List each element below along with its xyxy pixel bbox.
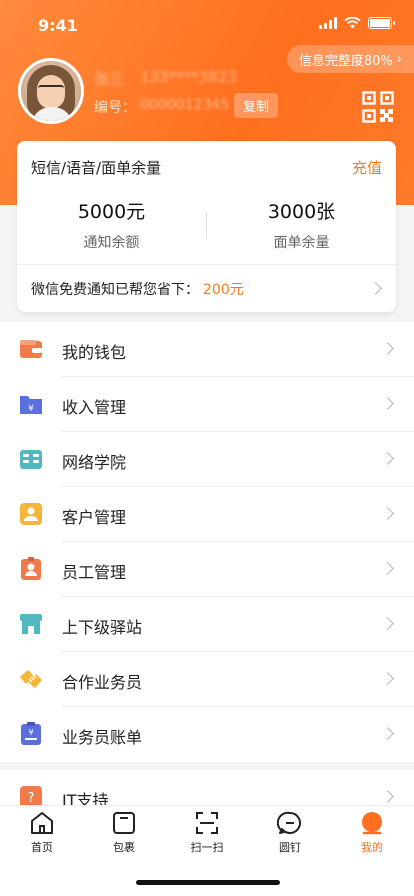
menu-item-label: 员工管理	[62, 563, 127, 582]
tab-label: 扫一扫	[190, 841, 224, 854]
menu-item-partners[interactable]: 合作业务员	[0, 652, 414, 707]
wechat-savings-row[interactable]: 微信免费通知已帮您省下： 200元	[31, 279, 244, 299]
user-id-label: 编号：	[94, 100, 136, 116]
waybill-balance-label: 面单余量	[273, 235, 330, 251]
chat-icon	[277, 811, 301, 834]
chevron-right-icon: ›	[396, 51, 402, 67]
notify-balance-value: 5000元	[77, 201, 146, 223]
wifi-icon	[344, 17, 361, 29]
menu-item-stations[interactable]: 上下级驿站	[0, 597, 414, 652]
scan-icon	[196, 812, 218, 834]
svg-text:¥: ¥	[28, 404, 34, 414]
avatar[interactable]	[18, 58, 84, 124]
chevron-right-icon	[381, 672, 394, 685]
wallet-icon	[20, 340, 42, 358]
notify-balance-label: 通知余额	[83, 235, 140, 251]
chevron-right-icon	[381, 342, 394, 355]
wechat-savings-text: 微信免费通知已帮您省下：	[31, 282, 199, 298]
svg-text:¥: ¥	[28, 728, 33, 737]
book-icon	[20, 450, 42, 469]
tab-label: 我的	[361, 841, 383, 854]
qr-code-icon[interactable]	[362, 91, 394, 123]
menu-item-label: 上下级驿站	[62, 618, 143, 637]
chevron-right-icon	[381, 727, 394, 740]
menu-item-employees[interactable]: 员工管理	[0, 542, 414, 597]
svg-text:?: ?	[28, 791, 35, 806]
menu-list-secondary: ? IT支持	[0, 770, 414, 810]
user-name: 张三	[94, 70, 125, 88]
station-store-icon	[20, 614, 42, 634]
chevron-right-icon	[381, 397, 394, 410]
income-folder-icon: ¥	[20, 396, 42, 414]
chevron-right-icon	[369, 282, 382, 295]
chevron-right-icon	[381, 452, 394, 465]
profile-icon	[362, 812, 382, 835]
user-phone: 133****3823	[140, 68, 237, 86]
menu-item-label: 我的钱包	[62, 343, 127, 362]
menu-item-academy[interactable]: 网络学院	[0, 432, 414, 487]
balance-card-title: 短信/语音/面单余量	[31, 159, 162, 177]
menu-item-label: 合作业务员	[62, 673, 143, 692]
menu-item-label: 收入管理	[62, 398, 127, 417]
tab-scan[interactable]: 扫一扫	[166, 810, 248, 855]
menu-item-bills[interactable]: ¥ 业务员账单	[0, 707, 414, 762]
chevron-right-icon	[381, 617, 394, 630]
status-icons	[319, 17, 395, 29]
battery-icon	[368, 17, 395, 29]
recharge-button[interactable]: 充值	[352, 157, 382, 178]
wechat-savings-amount: 200元	[203, 282, 244, 298]
chevron-right-icon	[381, 562, 394, 575]
home-icon	[31, 812, 53, 834]
info-completeness-button[interactable]: 信息完整度80% ›	[286, 45, 414, 73]
card-divider	[17, 264, 396, 265]
tab-label: 首页	[31, 841, 53, 854]
tab-home[interactable]: 首页	[1, 810, 83, 855]
menu-item-income[interactable]: ¥ 收入管理	[0, 377, 414, 432]
menu-item-customers[interactable]: 客户管理	[0, 487, 414, 542]
home-indicator	[136, 880, 280, 885]
tab-chat[interactable]: 圆钉	[249, 810, 331, 855]
handshake-icon	[20, 670, 42, 688]
copy-button[interactable]: 复制	[234, 93, 279, 118]
status-time: 9:41	[38, 16, 78, 35]
package-icon	[113, 812, 135, 834]
tab-package[interactable]: 包裹	[83, 810, 165, 855]
menu-item-label: 客户管理	[62, 508, 127, 527]
menu-item-label: 网络学院	[62, 453, 127, 472]
menu-item-wallet[interactable]: 我的钱包	[0, 322, 414, 377]
user-id: 0000012345	[140, 97, 230, 113]
menu-list: 我的钱包 ¥ 收入管理 网络学院 客户管理 员工管理 上下级驿站 合作业务员 ¥…	[0, 322, 414, 762]
waybill-balance-value: 3000张	[267, 201, 336, 223]
cellular-signal-icon	[319, 17, 337, 29]
employee-badge-icon	[21, 557, 41, 580]
notify-balance-stat[interactable]: 5000元 通知余额	[17, 197, 206, 252]
balance-card: 短信/语音/面单余量 充值 5000元 通知余额 3000张 面单余量 微信免费…	[17, 141, 396, 312]
tab-label: 包裹	[113, 841, 135, 854]
status-bar: 9:41	[0, 0, 414, 46]
waybill-balance-stat[interactable]: 3000张 面单余量	[207, 197, 396, 252]
tab-label: 圆钉	[279, 841, 301, 854]
bill-icon: ¥	[21, 722, 41, 745]
completeness-label: 信息完整度80%	[298, 53, 393, 69]
tab-profile[interactable]: 我的	[331, 810, 413, 855]
menu-item-label: 业务员账单	[62, 728, 143, 747]
chevron-right-icon	[381, 507, 394, 520]
customer-icon	[20, 503, 42, 525]
chevron-right-icon	[381, 790, 394, 803]
